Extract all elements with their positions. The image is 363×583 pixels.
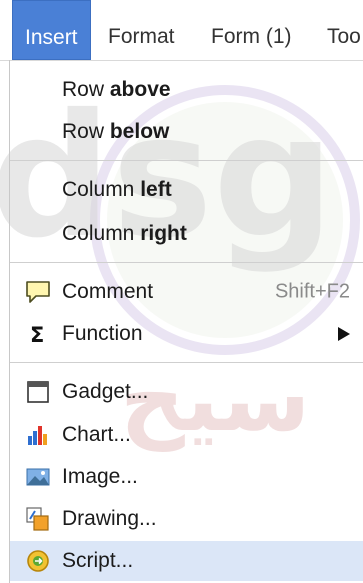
separator: [10, 160, 363, 161]
menu-item-comment[interactable]: Comment Shift+F2: [10, 272, 363, 312]
menu-form[interactable]: Form (1): [211, 0, 292, 60]
menubar: Insert Format Form (1) Too: [0, 0, 363, 61]
column-right-label: Column right: [62, 222, 187, 245]
row-above-label: Row above: [62, 78, 171, 101]
separator: [10, 262, 363, 263]
function-label: Function: [62, 322, 143, 345]
gadget-label: Gadget...: [62, 380, 149, 403]
script-icon: [27, 550, 49, 572]
menu-insert[interactable]: Insert: [12, 0, 91, 60]
menu-format[interactable]: Format: [108, 0, 175, 60]
column-left-label: Column left: [62, 178, 172, 201]
chart-label: Chart...: [62, 423, 131, 446]
gadget-icon: [27, 381, 49, 403]
script-label: Script...: [62, 549, 134, 572]
menu-item-column-left[interactable]: Column left: [10, 170, 363, 210]
separator: [10, 362, 363, 363]
image-label: Image...: [62, 465, 138, 488]
comment-label: Comment: [62, 280, 154, 303]
menu-item-script[interactable]: Script...: [10, 541, 363, 581]
drawing-label: Drawing...: [62, 507, 157, 530]
menu-item-gadget[interactable]: Gadget...: [10, 372, 363, 412]
chart-icon: [28, 426, 47, 445]
insert-dropdown: Row above Row below Column left Column r…: [9, 60, 363, 583]
menu-item-image[interactable]: Image...: [10, 457, 363, 497]
menu-item-drawing[interactable]: Drawing...: [10, 499, 363, 539]
sigma-icon: Σ: [30, 323, 44, 347]
comment-icon: [26, 281, 50, 303]
submenu-arrow-icon: [338, 327, 350, 341]
menu-item-row-below[interactable]: Row below: [10, 112, 363, 152]
comment-shortcut: Shift+F2: [274, 280, 350, 303]
menu-item-chart[interactable]: Chart...: [10, 415, 363, 455]
menu-item-function[interactable]: Σ Function: [10, 314, 363, 354]
svg-text:Σ: Σ: [30, 323, 44, 347]
menu-tools[interactable]: Too: [327, 0, 361, 60]
menu-item-row-above[interactable]: Row above: [10, 70, 363, 110]
row-below-label: Row below: [62, 120, 170, 143]
menu-item-column-right[interactable]: Column right: [10, 214, 363, 254]
drawing-icon: [26, 507, 49, 531]
image-icon: [26, 468, 50, 486]
